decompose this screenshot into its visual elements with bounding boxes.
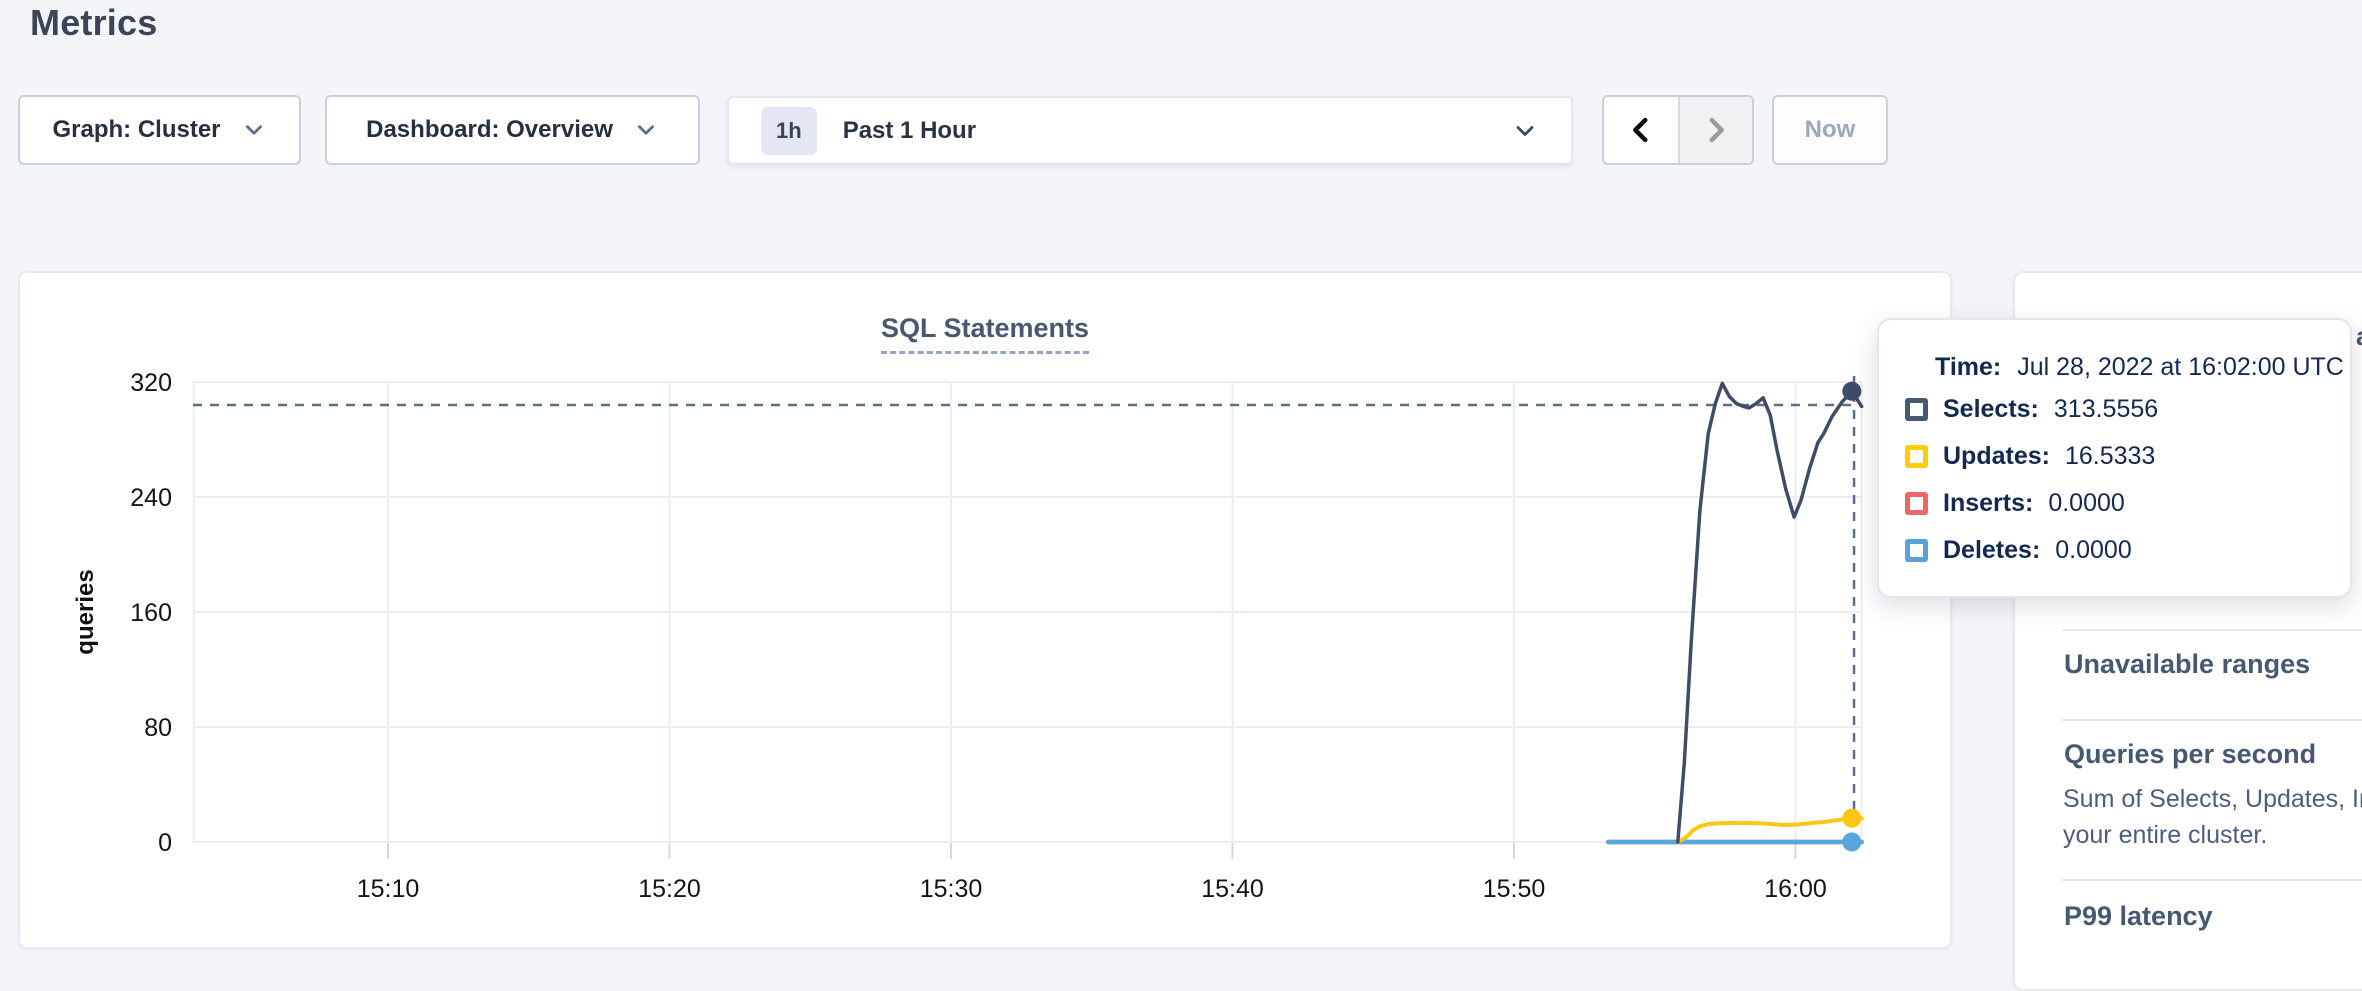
tooltip-row-label: Selects:	[1943, 395, 2039, 424]
y-axis-label: queries	[72, 569, 100, 654]
chevron-down-icon	[1511, 117, 1539, 145]
tooltip-time-label: Time:	[1935, 353, 2001, 382]
sidebar-item-unavailable-ranges: Unavailable ranges	[2064, 649, 2310, 680]
tooltip-row-label: Updates:	[1943, 442, 2050, 471]
chevron-down-icon	[241, 117, 267, 143]
tooltip-row-updates: Updates: 16.5333	[1905, 433, 2350, 480]
tooltip-row-value: 313.5556	[2054, 395, 2158, 424]
tooltip-row-deletes: Deletes: 0.0000	[1905, 527, 2350, 574]
time-range-label: Past 1 Hour	[843, 117, 976, 145]
sidebar-item-p99-latency: P99 latency	[2064, 901, 2213, 932]
graph-dropdown-label: Graph: Cluster	[52, 116, 220, 144]
chart-hover-tooltip: Time: Jul 28, 2022 at 16:02:00 UTC Selec…	[1877, 318, 2352, 598]
divider	[2062, 879, 2362, 881]
dashboard-dropdown[interactable]: Dashboard: Overview	[325, 95, 700, 165]
divider	[2062, 629, 2362, 631]
tooltip-time-row: Time: Jul 28, 2022 at 16:02:00 UTC	[1935, 348, 2350, 386]
series-swatch-icon	[1905, 398, 1928, 421]
series-swatch-icon	[1905, 539, 1928, 562]
time-range-badge: 1h	[761, 107, 817, 155]
dashboard-dropdown-label: Dashboard: Overview	[366, 116, 613, 144]
tooltip-row-inserts: Inserts: 0.0000	[1905, 480, 2350, 527]
divider	[2062, 719, 2362, 721]
tooltip-row-label: Deletes:	[1943, 536, 2040, 565]
time-step-button-group	[1602, 95, 1754, 165]
series-swatch-icon	[1905, 492, 1928, 515]
chevron-left-icon	[1624, 113, 1658, 147]
sidebar-item-description-line: Sum of Selects, Updates, Inserts and Del…	[2063, 785, 2362, 814]
prev-time-button[interactable]	[1604, 97, 1678, 163]
sql-statements-chart-card: SQL Statements	[18, 271, 1952, 949]
now-button[interactable]: Now	[1772, 95, 1888, 165]
chart-title[interactable]: SQL Statements	[881, 313, 1089, 354]
chevron-right-icon	[1699, 113, 1733, 147]
tooltip-series-rows: Selects: 313.5556Updates: 16.5333 Inserts: 0…	[1905, 386, 2350, 574]
tooltip-time-value: Jul 28, 2022 at 16:02:00 UTC	[2017, 353, 2344, 382]
tooltip-row-value: 0.0000	[2055, 536, 2131, 565]
tooltip-row-selects: Selects: 313.5556	[1905, 386, 2350, 433]
edge-clipped-text: a	[2356, 321, 2362, 352]
series-swatch-icon	[1905, 445, 1928, 468]
page-title: Metrics	[30, 2, 157, 44]
graph-dropdown[interactable]: Graph: Cluster	[18, 95, 301, 165]
sidebar-item-description-line: your entire cluster.	[2063, 821, 2267, 850]
chevron-down-icon	[633, 117, 659, 143]
time-range-selector[interactable]: 1h Past 1 Hour	[727, 96, 1573, 165]
tooltip-row-label: Inserts:	[1943, 489, 2033, 518]
sidebar-item-queries-per-second: Queries per second	[2064, 739, 2316, 770]
tooltip-row-value: 0.0000	[2048, 489, 2124, 518]
next-time-button[interactable]	[1678, 97, 1752, 163]
tooltip-row-value: 16.5333	[2065, 442, 2155, 471]
